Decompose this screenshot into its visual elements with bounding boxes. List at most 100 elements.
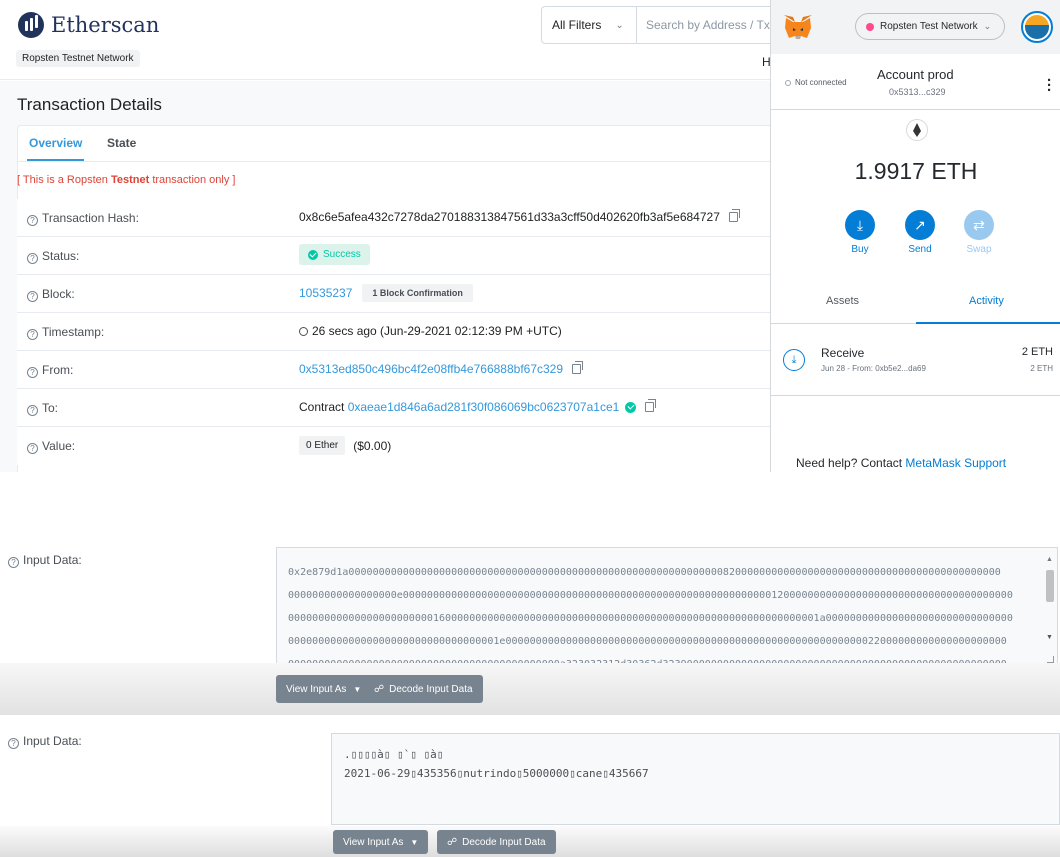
question-icon: ? xyxy=(27,253,38,264)
metamask-popup: Ropsten Test Network ⌄ Not connected Acc… xyxy=(770,0,1060,472)
link-icon: ☍ xyxy=(374,683,385,695)
hex-line: 00000000000000000000000000000000001e0000… xyxy=(288,636,1007,647)
kebab-menu-icon[interactable]: ... xyxy=(1047,69,1051,94)
question-icon: ? xyxy=(27,215,38,226)
tx-amount-secondary: 2 ETH xyxy=(1030,364,1053,373)
row-transaction-hash: ? Transaction Hash: 0x8c6e5afea432c7278da… xyxy=(17,199,777,237)
row-block: ? Block: 10535237 1 Block Confirmation xyxy=(17,275,777,313)
question-icon: ? xyxy=(27,329,38,340)
hash-label: ? Transaction Hash: xyxy=(27,211,139,226)
decode-input-data-button[interactable]: ☍ Decode Input Data xyxy=(364,675,483,703)
tab-overview[interactable]: Overview xyxy=(26,136,85,161)
help-text-pre: Need help? Contact xyxy=(796,456,906,470)
connection-status[interactable]: Not connected xyxy=(785,78,847,87)
status-badge: Success xyxy=(299,244,370,265)
from-address-link[interactable]: 0x5313ed850c496bc4f2e08ffb4e766888bf67c3… xyxy=(299,362,563,376)
decoded-input-textarea[interactable]: .▯▯▯▯à▯ ▯`▯ ▯à▯ 2021-06-29▯435356▯nutrin… xyxy=(331,733,1060,825)
eth-balance: 1.9917 ETH xyxy=(854,158,978,184)
buy-button[interactable]: ⤓ Buy xyxy=(842,210,878,255)
metamask-tabs: Assets Activity xyxy=(771,282,1060,324)
row-status: ? Status: Success xyxy=(17,237,777,275)
question-icon: ? xyxy=(27,405,38,416)
account-address[interactable]: 0x5313...c329 xyxy=(889,87,946,97)
input-actions-bar: View Input As ▼ ☍ Decode Input Data xyxy=(0,663,1060,715)
value-label: ? Value: xyxy=(27,439,75,454)
copy-icon[interactable] xyxy=(645,399,657,412)
row-value: ? Value: 0 Ether ($0.00) xyxy=(17,427,777,465)
tx-subtitle: Jun 28 - From: 0xb5e2...da69 xyxy=(821,364,926,373)
etherscan-logo[interactable]: Etherscan xyxy=(18,12,159,38)
brand-name: Etherscan xyxy=(51,13,160,37)
account-name[interactable]: Account prod xyxy=(877,67,954,82)
question-icon: ? xyxy=(27,291,38,302)
scrollbar-thumb[interactable] xyxy=(1046,570,1054,602)
input-actions-bar: View Input As ▼ ☍ Decode Input Data xyxy=(0,826,1060,857)
scroll-down-arrow-icon[interactable]: ▼ xyxy=(1046,634,1053,641)
block-link[interactable]: 10535237 xyxy=(299,286,352,300)
hex-line: 0x2e879d1a000000000000000000000000000000… xyxy=(288,567,1001,578)
activity-list-item[interactable]: ⤓ Receive Jun 28 - From: 0xb5e2...da69 2… xyxy=(771,324,1060,396)
from-value: 0x5313ed850c496bc4f2e08ffb4e766888bf67c3… xyxy=(299,361,584,376)
etherscan-logo-icon xyxy=(18,12,44,38)
receive-icon: ⤓ xyxy=(783,349,805,371)
input-data-decoded-panel: ? Input Data: .▯▯▯▯à▯ ▯`▯ ▯à▯ 2021-06-29▯… xyxy=(0,720,1060,857)
to-address-link[interactable]: 0xaeae1d846a6ad281f30f086069bc0623707a1c… xyxy=(348,400,620,414)
ethereum-logo-icon xyxy=(906,119,928,141)
metamask-header: Ropsten Test Network ⌄ xyxy=(771,0,1060,54)
block-value: 10535237 1 Block Confirmation xyxy=(299,284,473,302)
tab-state[interactable]: State xyxy=(107,136,136,150)
download-icon: ⤓ xyxy=(845,210,875,240)
page-title: Transaction Details xyxy=(17,95,162,114)
to-label: ? To: xyxy=(27,401,58,416)
view-input-as-button[interactable]: View Input As ▼ xyxy=(276,675,372,703)
input-data-label: ? Input Data: xyxy=(8,734,82,749)
scroll-up-arrow-icon[interactable]: ▲ xyxy=(1046,556,1053,563)
metamask-support-link[interactable]: MetaMask Support xyxy=(905,456,1006,470)
metamask-fox-icon xyxy=(784,15,812,39)
input-data-textarea[interactable]: 0x2e879d1a000000000000000000000000000000… xyxy=(276,547,1058,667)
buy-label: Buy xyxy=(851,244,869,255)
clock-icon xyxy=(299,326,308,336)
row-timestamp: ? Timestamp: 26 secs ago (Jun-29-2021 02:… xyxy=(17,313,777,351)
ether-amount-badge: 0 Ether xyxy=(299,436,346,455)
filter-dropdown[interactable]: All Filters ⌄ xyxy=(541,6,637,44)
swap-icon: ⇄ xyxy=(964,210,994,240)
swap-button[interactable]: ⇄ Swap xyxy=(961,210,997,255)
search-placeholder: Search by Address / Txn xyxy=(646,18,776,32)
tab-activity[interactable]: Activity xyxy=(969,295,1004,307)
account-avatar[interactable] xyxy=(1021,11,1053,43)
hash-value: 0x8c6e5afea432c7278da270188313847561d33a… xyxy=(299,209,740,224)
tab-assets[interactable]: Assets xyxy=(826,295,859,307)
verified-check-icon xyxy=(625,401,637,413)
timestamp-label: ? Timestamp: xyxy=(27,325,104,340)
link-icon: ☍ xyxy=(447,836,458,848)
copy-icon[interactable] xyxy=(572,361,584,374)
notice-text-pre: [ This is a Ropsten xyxy=(17,174,111,186)
status-value: Success xyxy=(299,244,370,265)
send-label: Send xyxy=(908,244,932,255)
decode-input-data-button[interactable]: ☍ Decode Input Data xyxy=(437,830,556,854)
question-icon: ? xyxy=(27,367,38,378)
block-confirmation-badge: 1 Block Confirmation xyxy=(362,284,473,302)
chevron-down-icon: ⌄ xyxy=(615,19,624,31)
row-to: ? To: Contract 0xaeae1d846a6ad281f30f0860… xyxy=(17,389,777,427)
search-input[interactable]: Search by Address / Txn xyxy=(636,6,776,44)
input-data-raw-panel: ? Input Data: 0x2e879d1a00000000000000000… xyxy=(0,520,1060,715)
copy-icon[interactable] xyxy=(728,209,740,222)
view-input-as-button[interactable]: View Input As ▼ xyxy=(333,830,429,854)
arrow-up-right-icon: ↗ xyxy=(905,210,935,240)
question-icon: ? xyxy=(8,738,19,749)
resize-grip-icon[interactable] xyxy=(1047,656,1054,663)
help-text: Need help? Contact MetaMask Support xyxy=(796,456,1006,470)
network-dot-icon xyxy=(866,22,874,31)
send-button[interactable]: ↗ Send xyxy=(902,210,938,255)
scrollbar[interactable]: ▲ ▼ xyxy=(1045,556,1055,664)
testnet-notice: [ This is a Ropsten Testnet transaction … xyxy=(17,174,235,186)
tx-title: Receive xyxy=(821,346,865,360)
network-selector[interactable]: Ropsten Test Network ⌄ xyxy=(855,13,1005,40)
status-ring-icon xyxy=(785,79,791,86)
tx-amount: 2 ETH xyxy=(1021,346,1053,358)
network-name: Ropsten Test Network xyxy=(880,21,978,32)
chevron-down-icon: ⌄ xyxy=(983,21,992,31)
network-badge: Ropsten Testnet Network xyxy=(16,50,140,67)
